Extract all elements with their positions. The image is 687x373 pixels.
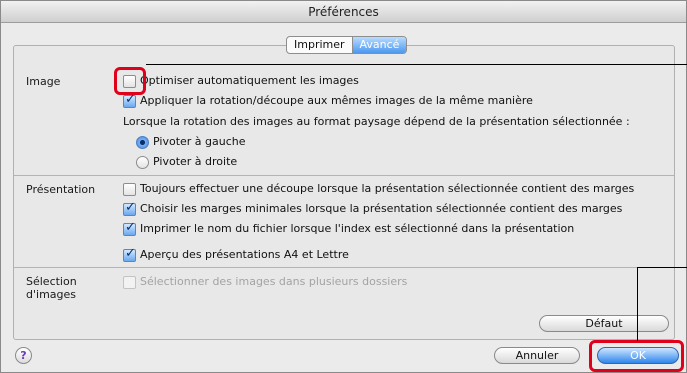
preview-a4-letter-label: Aperçu des présentations A4 et Lettre [140,248,349,261]
cancel-button[interactable]: Annuler [494,347,580,364]
rotation-note: Lorsque la rotation des images au format… [123,115,630,128]
section-divider [14,175,674,176]
section-label-selection-line1: Sélection [26,275,77,288]
help-icon[interactable]: ? [15,347,32,364]
rotate-right-radio[interactable] [136,156,149,169]
rotate-right-label: Pivoter à droite [153,155,238,168]
print-filename-label: Imprimer le nom du fichier lorsque l'ind… [140,222,575,235]
callout-line-ok-horizontal [637,267,687,268]
tab-avance[interactable]: Avancé [351,37,407,53]
rotate-left-radio[interactable] [136,136,149,149]
section-label-presentation: Présentation [26,183,96,196]
minimal-margins-label: Choisir les marges minimales lorsque la … [140,202,623,215]
apply-rotation-label: Appliquer la rotation/découpe aux mêmes … [140,94,533,107]
always-crop-label: Toujours effectuer une découpe lorsque l… [140,182,635,195]
multi-folders-label: Sélectionner des images dans plusieurs d… [140,275,408,288]
preferences-window: Préférences Imprimer Avancé Image Optimi… [0,0,687,373]
ok-highlight-box [589,340,684,372]
title-bar: Préférences [1,1,686,23]
apply-rotation-checkbox[interactable] [123,92,136,108]
section-label-image: Image [26,75,61,88]
callout-line-ok-vertical [637,267,638,341]
checkbox-highlight-box [114,67,146,95]
preview-a4-letter-checkbox[interactable] [123,246,136,262]
section-label-selection-line2: d'images [26,288,76,301]
print-filename-checkbox[interactable] [123,220,136,236]
default-button[interactable]: Défaut [539,315,669,332]
callout-line-top [146,64,687,65]
section-divider [14,267,674,268]
rotate-left-label: Pivoter à gauche [153,135,246,148]
multi-folders-checkbox[interactable] [123,276,136,289]
window-title: Préférences [308,5,379,19]
always-crop-checkbox[interactable] [123,183,136,196]
tab-bar: Imprimer Avancé [286,36,408,54]
optimize-images-label: Optimiser automatiquement les images [140,74,359,87]
minimal-margins-checkbox[interactable] [123,200,136,216]
tab-imprimer[interactable]: Imprimer [287,37,352,53]
